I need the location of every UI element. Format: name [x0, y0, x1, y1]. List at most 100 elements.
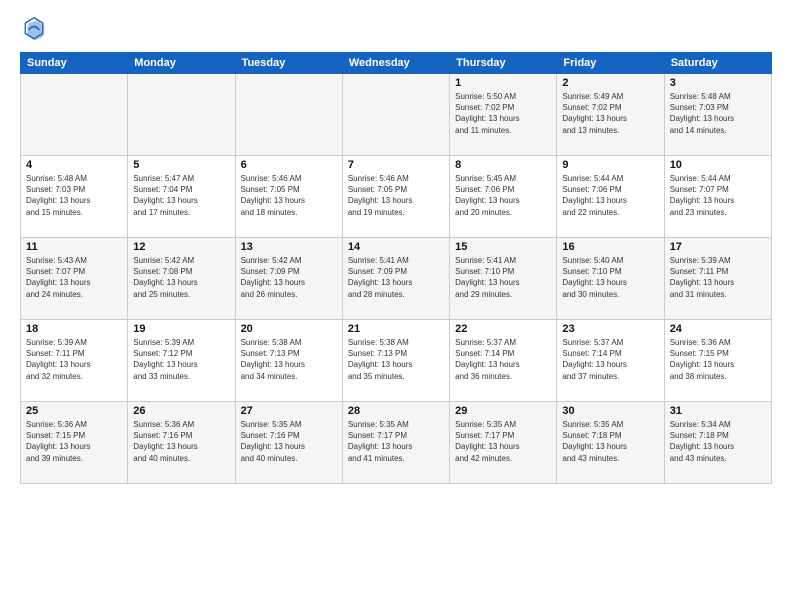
day-number: 24 [670, 323, 766, 335]
day-detail: Sunrise: 5:35 AM Sunset: 7:18 PM Dayligh… [562, 419, 658, 464]
day-detail: Sunrise: 5:36 AM Sunset: 7:16 PM Dayligh… [133, 419, 229, 464]
day-detail: Sunrise: 5:35 AM Sunset: 7:17 PM Dayligh… [348, 419, 444, 464]
day-detail: Sunrise: 5:39 AM Sunset: 7:11 PM Dayligh… [26, 337, 122, 382]
day-number: 27 [241, 405, 337, 417]
day-number: 4 [26, 159, 122, 171]
day-cell-8: 8 Sunrise: 5:45 AM Sunset: 7:06 PM Daylig… [450, 156, 557, 238]
day-cell-25: 25 Sunrise: 5:36 AM Sunset: 7:15 PM Dayli… [21, 402, 128, 484]
day-cell-27: 27Sunrise: 5:35 AM Sunset: 7:16 PM Dayli… [235, 402, 342, 484]
day-cell-3: 3 Sunrise: 5:48 AM Sunset: 7:03 PM Daylig… [664, 74, 771, 156]
day-detail: Sunrise: 5:36 AM Sunset: 7:15 PM Dayligh… [26, 419, 122, 464]
day-header-tuesday: Tuesday [235, 53, 342, 74]
day-cell-15: 15Sunrise: 5:41 AM Sunset: 7:10 PM Dayli… [450, 238, 557, 320]
day-number: 2 [562, 77, 658, 89]
day-number: 13 [241, 241, 337, 253]
day-number: 21 [348, 323, 444, 335]
day-detail: Sunrise: 5:47 AM Sunset: 7:04 PM Dayligh… [133, 173, 229, 218]
day-detail: Sunrise: 5:41 AM Sunset: 7:10 PM Dayligh… [455, 255, 551, 300]
day-detail: Sunrise: 5:45 AM Sunset: 7:06 PM Dayligh… [455, 173, 551, 218]
day-cell-19: 19 Sunrise: 5:39 AM Sunset: 7:12 PM Dayli… [128, 320, 235, 402]
day-number: 5 [133, 159, 229, 171]
day-detail: Sunrise: 5:46 AM Sunset: 7:05 PM Dayligh… [241, 173, 337, 218]
day-detail: Sunrise: 5:38 AM Sunset: 7:13 PM Dayligh… [241, 337, 337, 382]
day-detail: Sunrise: 5:44 AM Sunset: 7:06 PM Dayligh… [562, 173, 658, 218]
day-number: 29 [455, 405, 551, 417]
day-cell-28: 28 Sunrise: 5:35 AM Sunset: 7:17 PM Dayli… [342, 402, 449, 484]
day-number: 9 [562, 159, 658, 171]
day-detail: Sunrise: 5:48 AM Sunset: 7:03 PM Dayligh… [670, 91, 766, 136]
logo-icon [20, 16, 48, 44]
day-number: 16 [562, 241, 658, 253]
day-cell-9: 9 Sunrise: 5:44 AM Sunset: 7:06 PM Daylig… [557, 156, 664, 238]
day-number: 22 [455, 323, 551, 335]
calendar-table: SundayMondayTuesdayWednesdayThursdayFrid… [20, 52, 772, 484]
day-detail: Sunrise: 5:50 AM Sunset: 7:02 PM Dayligh… [455, 91, 551, 136]
day-number: 18 [26, 323, 122, 335]
day-cell-6: 6 Sunrise: 5:46 AM Sunset: 7:05 PM Daylig… [235, 156, 342, 238]
empty-cell [342, 74, 449, 156]
day-number: 6 [241, 159, 337, 171]
day-cell-13: 13 Sunrise: 5:42 AM Sunset: 7:09 PM Dayli… [235, 238, 342, 320]
day-detail: Sunrise: 5:42 AM Sunset: 7:08 PM Dayligh… [133, 255, 229, 300]
day-number: 31 [670, 405, 766, 417]
day-detail: Sunrise: 5:46 AM Sunset: 7:05 PM Dayligh… [348, 173, 444, 218]
day-detail: Sunrise: 5:37 AM Sunset: 7:14 PM Dayligh… [562, 337, 658, 382]
day-detail: Sunrise: 5:42 AM Sunset: 7:09 PM Dayligh… [241, 255, 337, 300]
day-cell-16: 16 Sunrise: 5:40 AM Sunset: 7:10 PM Dayli… [557, 238, 664, 320]
day-number: 25 [26, 405, 122, 417]
day-cell-7: 7 Sunrise: 5:46 AM Sunset: 7:05 PM Daylig… [342, 156, 449, 238]
calendar-header-row: SundayMondayTuesdayWednesdayThursdayFrid… [21, 53, 772, 74]
day-header-sunday: Sunday [21, 53, 128, 74]
day-detail: Sunrise: 5:44 AM Sunset: 7:07 PM Dayligh… [670, 173, 766, 218]
day-cell-18: 18 Sunrise: 5:39 AM Sunset: 7:11 PM Dayli… [21, 320, 128, 402]
day-cell-2: 2 Sunrise: 5:49 AM Sunset: 7:02 PM Daylig… [557, 74, 664, 156]
day-detail: Sunrise: 5:43 AM Sunset: 7:07 PM Dayligh… [26, 255, 122, 300]
day-cell-26: 26 Sunrise: 5:36 AM Sunset: 7:16 PM Dayli… [128, 402, 235, 484]
day-header-saturday: Saturday [664, 53, 771, 74]
day-header-wednesday: Wednesday [342, 53, 449, 74]
week-row-1: 1 Sunrise: 5:50 AM Sunset: 7:02 PM Daylig… [21, 74, 772, 156]
day-cell-21: 21 Sunrise: 5:38 AM Sunset: 7:13 PM Dayli… [342, 320, 449, 402]
day-detail: Sunrise: 5:39 AM Sunset: 7:12 PM Dayligh… [133, 337, 229, 382]
logo [20, 16, 52, 44]
day-cell-29: 29 Sunrise: 5:35 AM Sunset: 7:17 PM Dayli… [450, 402, 557, 484]
day-number: 8 [455, 159, 551, 171]
day-cell-22: 22Sunrise: 5:37 AM Sunset: 7:14 PM Dayli… [450, 320, 557, 402]
week-row-3: 11Sunrise: 5:43 AM Sunset: 7:07 PM Dayli… [21, 238, 772, 320]
day-header-thursday: Thursday [450, 53, 557, 74]
day-detail: Sunrise: 5:38 AM Sunset: 7:13 PM Dayligh… [348, 337, 444, 382]
day-detail: Sunrise: 5:41 AM Sunset: 7:09 PM Dayligh… [348, 255, 444, 300]
day-cell-14: 14 Sunrise: 5:41 AM Sunset: 7:09 PM Dayli… [342, 238, 449, 320]
day-number: 12 [133, 241, 229, 253]
day-cell-12: 12 Sunrise: 5:42 AM Sunset: 7:08 PM Dayli… [128, 238, 235, 320]
day-detail: Sunrise: 5:35 AM Sunset: 7:17 PM Dayligh… [455, 419, 551, 464]
day-number: 20 [241, 323, 337, 335]
day-cell-30: 30 Sunrise: 5:35 AM Sunset: 7:18 PM Dayli… [557, 402, 664, 484]
week-row-2: 4Sunrise: 5:48 AM Sunset: 7:03 PM Daylig… [21, 156, 772, 238]
day-cell-23: 23 Sunrise: 5:37 AM Sunset: 7:14 PM Dayli… [557, 320, 664, 402]
day-number: 28 [348, 405, 444, 417]
day-cell-5: 5 Sunrise: 5:47 AM Sunset: 7:04 PM Daylig… [128, 156, 235, 238]
day-number: 14 [348, 241, 444, 253]
day-number: 3 [670, 77, 766, 89]
empty-cell [235, 74, 342, 156]
day-cell-11: 11Sunrise: 5:43 AM Sunset: 7:07 PM Dayli… [21, 238, 128, 320]
day-number: 7 [348, 159, 444, 171]
day-detail: Sunrise: 5:36 AM Sunset: 7:15 PM Dayligh… [670, 337, 766, 382]
day-detail: Sunrise: 5:49 AM Sunset: 7:02 PM Dayligh… [562, 91, 658, 136]
day-header-monday: Monday [128, 53, 235, 74]
day-number: 26 [133, 405, 229, 417]
day-cell-4: 4Sunrise: 5:48 AM Sunset: 7:03 PM Daylig… [21, 156, 128, 238]
day-cell-10: 10 Sunrise: 5:44 AM Sunset: 7:07 PM Dayli… [664, 156, 771, 238]
day-detail: Sunrise: 5:40 AM Sunset: 7:10 PM Dayligh… [562, 255, 658, 300]
day-number: 17 [670, 241, 766, 253]
day-number: 10 [670, 159, 766, 171]
day-number: 30 [562, 405, 658, 417]
empty-cell [21, 74, 128, 156]
day-number: 23 [562, 323, 658, 335]
day-number: 1 [455, 77, 551, 89]
empty-cell [128, 74, 235, 156]
day-number: 19 [133, 323, 229, 335]
day-header-friday: Friday [557, 53, 664, 74]
week-row-4: 18 Sunrise: 5:39 AM Sunset: 7:11 PM Dayli… [21, 320, 772, 402]
